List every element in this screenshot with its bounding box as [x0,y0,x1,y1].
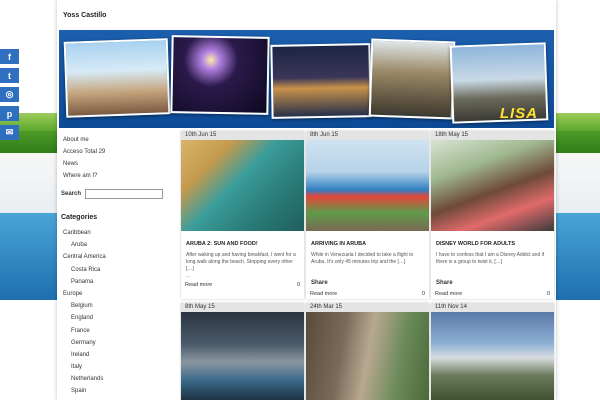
post-date: 11th Nov 14 [431,303,554,312]
post-card: 24th Mar 15 [306,303,429,400]
category-aruba[interactable]: Aruba [57,239,177,251]
banner-tag: LISA [499,105,538,122]
pinterest-icon[interactable]: p [0,106,19,121]
nav-item-acceso-total[interactable]: Acceso Total 29 [57,146,177,158]
post-thumbnail[interactable] [306,312,429,400]
post-excerpt: After waking up and having breakfast, I … [186,252,296,279]
category-england[interactable]: England [57,312,177,324]
post-footer: Read more 0 [181,280,304,290]
post-thumbnail[interactable] [431,312,554,400]
email-icon[interactable]: ✉ [0,125,19,140]
post-footer: Read more 0 [306,289,429,299]
banner-photo-fireworks [170,35,270,115]
category-belgium[interactable]: Belgium [57,300,177,312]
post-card: 8th May 15 [181,303,304,400]
social-share-bar: f t ◎ p ✉ [0,49,20,144]
share-button[interactable]: Share [431,280,554,289]
comment-count[interactable]: 0 [422,289,425,299]
search-input[interactable] [85,189,164,199]
category-central-america[interactable]: Central America [57,251,177,263]
banner-photo-national-park [368,38,456,120]
post-title[interactable]: Aruba 2: Sun and Food! [181,231,304,250]
category-france[interactable]: France [57,325,177,337]
category-netherlands[interactable]: Netherlands [57,373,177,385]
share-button[interactable]: Share [306,280,429,289]
post-title[interactable]: Disney World for adults [431,231,554,250]
post-date: 8th Jun 15 [306,131,429,140]
header-banner: LISA [59,30,554,128]
sidebar: About me Acceso Total 29 News Where am I… [57,134,177,394]
category-panama[interactable]: Panama [57,276,177,288]
post-date: 10th Jun 15 [181,131,304,140]
read-more-link[interactable]: Read more [185,280,212,290]
categories-heading: Categories [61,214,98,221]
post-thumbnail[interactable] [181,140,304,231]
nav-item-news[interactable]: News [57,158,177,170]
banner-photo-city-night [270,43,372,119]
read-more-link[interactable]: Read more [310,289,337,299]
post-thumbnail[interactable] [181,312,304,400]
post-date: 8th May 15 [181,303,304,312]
nav-item-where-am-i[interactable]: Where am I? [57,170,177,182]
post-thumbnail[interactable] [431,140,554,231]
post-excerpt: While in Venezuela I decided to take a f… [311,252,414,265]
post-card: 8th Jun 15 Arriving in Aruba While in Ve… [306,131,429,299]
post-thumbnail[interactable] [306,140,429,231]
post-date: 18th May 15 [431,131,554,140]
post-excerpt: I have to confess that I am a Disney Add… [436,252,545,265]
post-card: 10th Jun 15 Aruba 2: Sun and Food! After… [181,131,304,299]
page-container: Yoss Castillo LISA About me Acceso Total… [57,0,556,400]
post-footer: Read more 0 [431,289,554,299]
search-widget: Search [61,189,164,199]
category-caribbean[interactable]: Caribbean [57,227,177,239]
facebook-icon[interactable]: f [0,49,19,64]
category-germany[interactable]: Germany [57,337,177,349]
post-date: 24th Mar 15 [306,303,429,312]
sidebar-nav: About me Acceso Total 29 News Where am I… [57,134,177,182]
category-costa-rica[interactable]: Costa Rica [57,264,177,276]
nav-item-about-me[interactable]: About me [57,134,177,146]
search-label: Search [61,191,82,197]
comment-count[interactable]: 0 [547,289,550,299]
twitter-icon[interactable]: t [0,68,19,83]
categories-list: Caribbean Aruba Central America Costa Ri… [57,227,177,398]
post-title[interactable]: Arriving in Aruba [306,231,429,250]
post-card: 18th May 15 Disney World for adults I ha… [431,131,554,299]
banner-photo-beach-selfie [63,38,171,118]
post-card: 11th Nov 14 [431,303,554,400]
instagram-icon[interactable]: ◎ [0,87,19,102]
read-more-link[interactable]: Read more [435,289,462,299]
comment-count[interactable]: 0 [297,280,300,290]
category-ireland[interactable]: Ireland [57,349,177,361]
site-title[interactable]: Yoss Castillo [63,12,106,19]
category-italy[interactable]: Italy [57,361,177,373]
category-europe[interactable]: Europe [57,288,177,300]
category-spain[interactable]: Spain [57,385,177,397]
